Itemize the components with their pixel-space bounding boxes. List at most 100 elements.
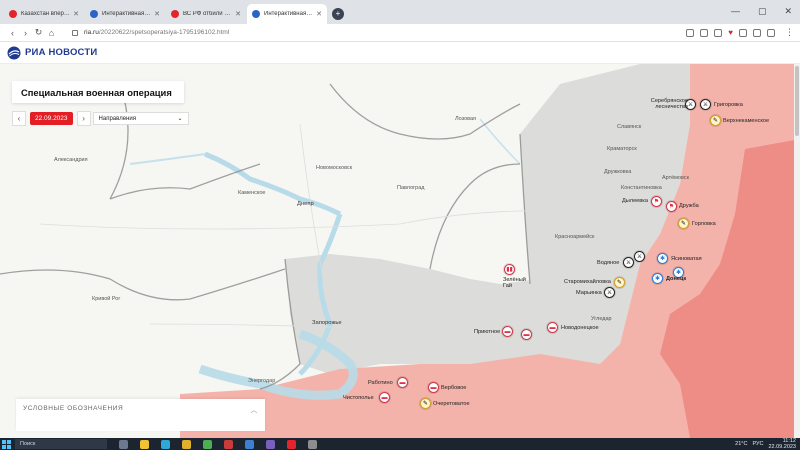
- minimize-button[interactable]: —: [731, 6, 740, 17]
- tab-close-icon[interactable]: ✕: [154, 10, 160, 18]
- task-view-icon[interactable]: [119, 439, 128, 449]
- prev-date-button[interactable]: ‹: [12, 111, 26, 126]
- flag-icon: ⚑: [653, 198, 660, 205]
- language-indicator[interactable]: РУС: [752, 441, 763, 447]
- browser-tab-2[interactable]: Интерактивная карта с… ✕: [85, 4, 165, 24]
- browser-tab-4-active[interactable]: Интерактивная карта с… ✕: [247, 4, 327, 24]
- reload-icon[interactable]: ↻: [32, 27, 45, 38]
- weather-text[interactable]: 21°C: [735, 441, 747, 447]
- app-icon[interactable]: [224, 439, 233, 449]
- translate-icon[interactable]: [686, 28, 695, 37]
- app-icon[interactable]: [308, 439, 317, 449]
- system-tray: 21°C РУС 11:12 22.09.2023: [735, 438, 800, 450]
- app-icon[interactable]: [203, 439, 212, 449]
- artillery-icon: ✎: [422, 400, 429, 407]
- taskbar-search-input[interactable]: Поиск: [15, 439, 107, 449]
- tab-label: Казахстан впервые р…: [21, 11, 70, 17]
- place-label: Каменское: [238, 190, 266, 196]
- windows-start-icon[interactable]: [2, 439, 11, 449]
- profile-icon[interactable]: [767, 28, 775, 37]
- tab-label: Интерактивная карта с…: [102, 11, 151, 17]
- page-scrollbar[interactable]: [794, 64, 800, 438]
- browser-tab-3[interactable]: ВС РФ отбили очередн… ✕: [166, 4, 246, 24]
- site-logo-text[interactable]: РИА НОВОСТИ: [25, 47, 97, 58]
- home-icon[interactable]: ⌂: [45, 28, 58, 38]
- browser-tab-bar: Казахстан впервые р… ✕ Интерактивная кар…: [0, 0, 800, 24]
- next-date-button[interactable]: ›: [76, 111, 91, 126]
- rifle-icon: ⚔: [636, 253, 643, 260]
- assault-marker[interactable]: ⚑: [666, 201, 677, 212]
- assault-marker[interactable]: ⚑: [651, 196, 662, 207]
- explorer-icon[interactable]: [140, 439, 149, 449]
- place-label: Константиновка: [621, 185, 662, 191]
- direction-select[interactable]: Направления ⌄: [92, 112, 189, 125]
- tank-marker[interactable]: ▬: [502, 326, 513, 337]
- rifle-icon: ⚔: [702, 101, 709, 108]
- heart-icon[interactable]: ♥: [728, 28, 733, 37]
- marker-label: Ясиноватая: [671, 256, 702, 262]
- artillery-marker[interactable]: ✎: [678, 218, 689, 229]
- ria-logo-icon[interactable]: [7, 46, 21, 60]
- tank-marker[interactable]: ▬: [547, 322, 558, 333]
- app-icon[interactable]: [266, 439, 275, 449]
- explosion-icon: ✱: [654, 275, 661, 282]
- tab-label: ВС РФ отбили очередн…: [183, 11, 232, 17]
- tank-marker[interactable]: ▬: [521, 329, 532, 340]
- tank-marker[interactable]: ▬: [397, 377, 408, 388]
- marker-label: Очеретоватое: [433, 401, 470, 407]
- explosion-icon: ✱: [675, 269, 682, 276]
- artillery-marker[interactable]: ✎: [710, 115, 721, 126]
- close-window-button[interactable]: ✕: [784, 6, 792, 17]
- taskbar-clock[interactable]: 11:12 22.09.2023: [768, 438, 796, 450]
- chevron-up-icon[interactable]: ︿: [250, 405, 258, 415]
- download-icon[interactable]: [753, 28, 761, 37]
- back-icon[interactable]: ‹: [6, 28, 19, 38]
- tank-marker[interactable]: ▬: [379, 392, 390, 403]
- forward-icon[interactable]: ›: [19, 28, 32, 38]
- tab-close-icon[interactable]: ✕: [316, 10, 322, 18]
- combat-marker[interactable]: ⚔: [623, 257, 634, 268]
- tank-marker[interactable]: ▬: [428, 382, 439, 393]
- legend-panel[interactable]: УСЛОВНЫЕ ОБОЗНАЧЕНИЯ ︿: [16, 399, 265, 431]
- marker-label: Горловка: [692, 221, 716, 227]
- place-label: Днепр: [297, 201, 314, 207]
- scrollbar-thumb[interactable]: [795, 66, 799, 136]
- maximize-button[interactable]: ▢: [758, 6, 767, 17]
- marker-label: Водяное: [597, 260, 620, 266]
- place-label: Павлоград: [397, 185, 425, 191]
- chrome-icon[interactable]: [182, 439, 191, 449]
- tank-icon: ▬: [523, 331, 530, 338]
- browser-tab-1[interactable]: Казахстан впервые р… ✕: [4, 4, 84, 24]
- lock-icon: [72, 29, 78, 36]
- marker-label: Новодонецкое: [561, 325, 599, 331]
- tank-icon: ▬: [504, 328, 511, 335]
- artillery-marker[interactable]: ✎: [420, 398, 431, 409]
- marker-label: Григоровка: [714, 102, 743, 108]
- strike-marker[interactable]: ✱: [657, 253, 668, 264]
- marker-label: Старомихайловка: [564, 279, 611, 285]
- artillery-marker[interactable]: ✎: [614, 277, 625, 288]
- menu-icon[interactable]: ⋮: [785, 27, 794, 38]
- place-label: Красноармейск: [555, 234, 595, 240]
- place-label: Лозовая: [455, 116, 477, 122]
- combat-marker[interactable]: ⚔: [604, 287, 615, 298]
- app-icon[interactable]: [245, 439, 254, 449]
- assault-marker[interactable]: ▮▮: [504, 264, 515, 275]
- current-date-badge[interactable]: 22.09.2023: [30, 112, 73, 125]
- screenshot-icon[interactable]: [700, 28, 709, 37]
- tab-close-icon[interactable]: ✕: [235, 10, 241, 18]
- combat-marker[interactable]: ⚔: [634, 251, 645, 262]
- strike-marker[interactable]: ✱: [652, 273, 663, 284]
- opera-icon[interactable]: [287, 439, 296, 449]
- share-icon[interactable]: [714, 28, 723, 37]
- new-tab-button[interactable]: +: [332, 8, 344, 20]
- extensions-icon[interactable]: [739, 28, 747, 37]
- edge-icon[interactable]: [161, 439, 170, 449]
- combat-marker[interactable]: ⚔: [700, 99, 711, 110]
- url-domain: ria.ru: [84, 29, 99, 36]
- place-label: Артёмовск: [662, 175, 690, 181]
- tab-close-icon[interactable]: ✕: [73, 10, 79, 18]
- tab-favicon-icon: [90, 10, 98, 18]
- address-bar: ‹ › ↻ ⌂ ria.ru/20220622/spetsoperatsiya-…: [0, 24, 800, 42]
- url-field[interactable]: ria.ru/20220622/spetsoperatsiya-17951961…: [72, 29, 686, 36]
